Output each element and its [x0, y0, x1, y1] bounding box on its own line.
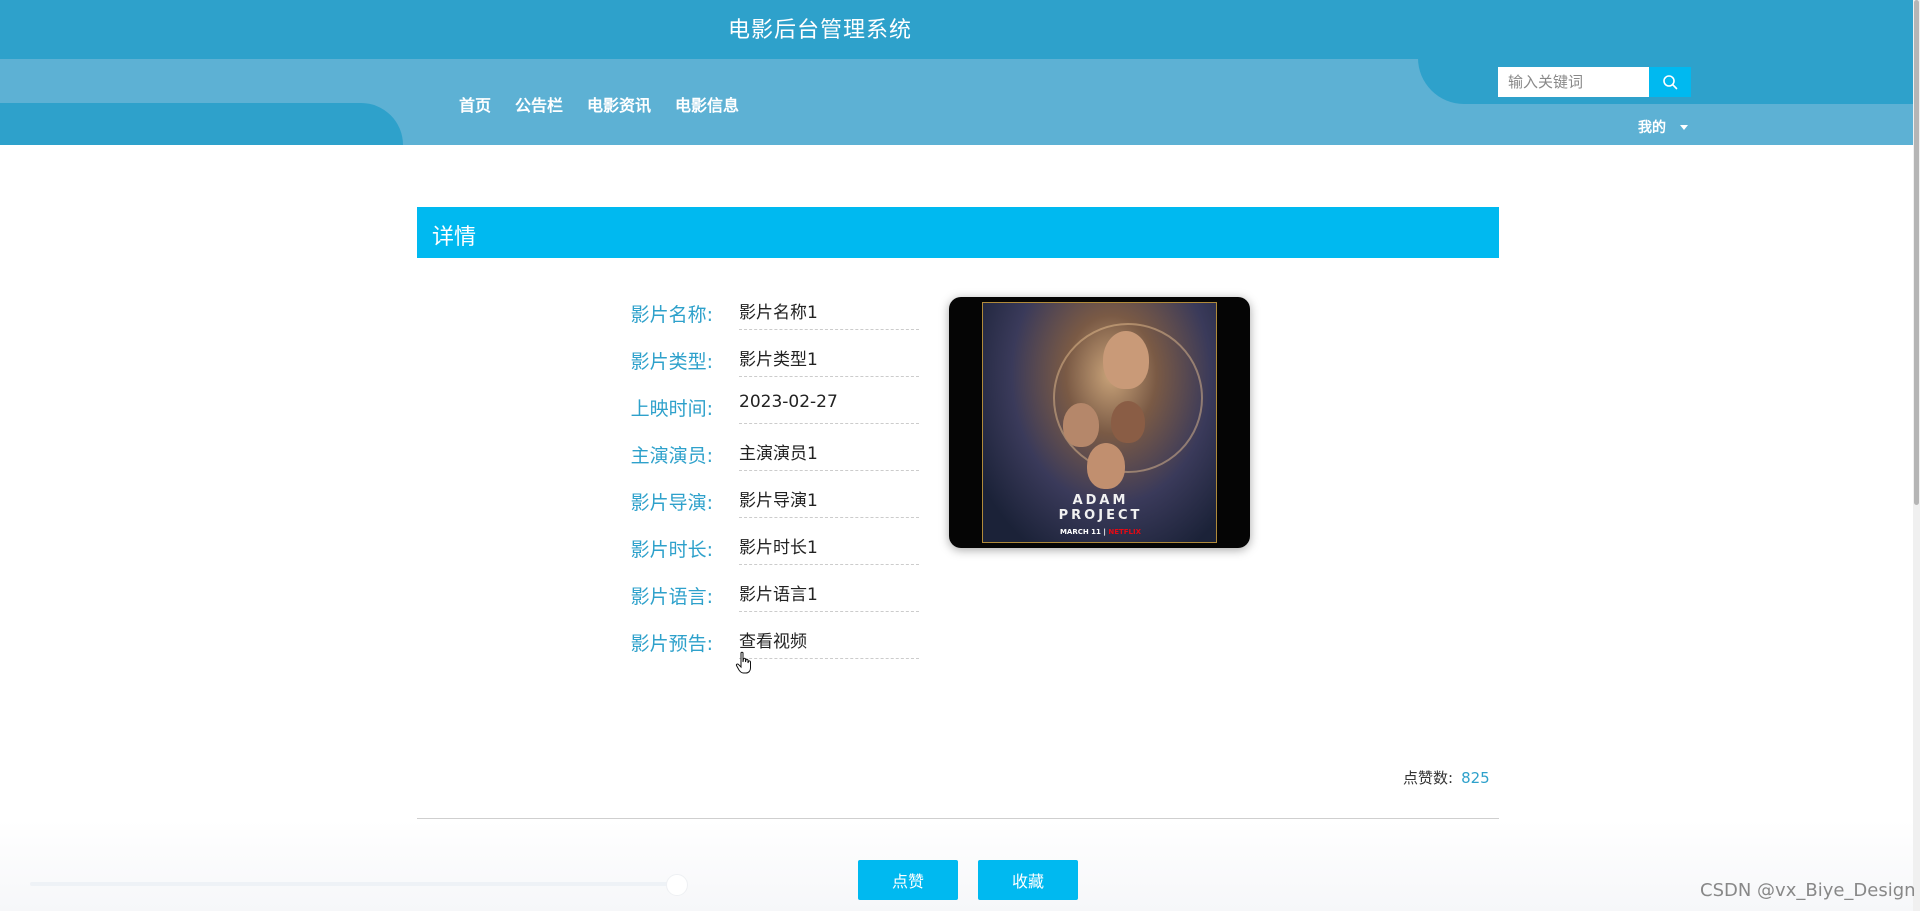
nav-item-news[interactable]: 电影资讯: [587, 92, 651, 116]
field-value: 影片名称1: [739, 296, 919, 330]
search-input[interactable]: [1498, 67, 1649, 97]
likes-label: 点赞数:: [1403, 769, 1454, 787]
poster-date: MARCH 11: [1059, 528, 1101, 536]
header-top-band: [0, 0, 1920, 59]
header-wave-left: [0, 103, 403, 145]
slider-knob[interactable]: [666, 874, 688, 896]
hand-cursor-icon: [735, 651, 751, 674]
like-button[interactable]: 点赞: [858, 860, 958, 900]
poster-brand: NETFLIX: [1108, 528, 1142, 536]
site-title: 电影后台管理系统: [728, 18, 913, 43]
likes-counter: 点赞数: 825: [1403, 767, 1490, 788]
field-row-director: 影片导演: 影片导演1: [600, 484, 920, 531]
favorite-button[interactable]: 收藏: [978, 860, 1078, 900]
chevron-down-icon: [1680, 124, 1688, 130]
field-value: 影片类型1: [739, 343, 919, 377]
divider: [417, 818, 1499, 819]
page-scrollbar[interactable]: [1913, 0, 1920, 911]
poster-figure: [1103, 331, 1149, 389]
field-row-name: 影片名称: 影片名称1: [600, 296, 920, 343]
field-value: 影片语言1: [739, 578, 919, 612]
field-label: 影片导演:: [630, 492, 713, 514]
field-row-type: 影片类型: 影片类型1: [600, 343, 920, 390]
nav-item-movies[interactable]: 电影信息: [675, 92, 739, 116]
nav-item-home[interactable]: 首页: [459, 92, 491, 116]
header: 电影后台管理系统 首页 公告栏 电影资讯 电影信息 我的: [0, 0, 1920, 145]
field-label: 上映时间:: [630, 398, 713, 420]
poster-footer: MARCH 11 | NETFLIX: [1059, 528, 1142, 536]
main-nav: 首页 公告栏 电影资讯 电影信息: [459, 92, 739, 116]
nav-item-notice[interactable]: 公告栏: [515, 92, 563, 116]
poster-figure: [1111, 401, 1145, 443]
search-box: [1498, 67, 1691, 97]
scrollbar-thumb[interactable]: [1914, 0, 1919, 505]
poster-figure: [1087, 443, 1125, 489]
poster-artwork: ADAM PROJECT MARCH 11 | NETFLIX: [982, 302, 1217, 543]
detail-section-header: 详情: [417, 207, 1499, 258]
view-video-link[interactable]: 查看视频: [739, 625, 919, 659]
field-row-trailer: 影片预告: 查看视频: [600, 625, 920, 672]
field-row-language: 影片语言: 影片语言1: [600, 578, 920, 625]
slider-track[interactable]: [30, 882, 680, 886]
poster-title-line1: ADAM: [1072, 493, 1129, 508]
poster-title-line2: PROJECT: [1058, 508, 1143, 523]
field-label: 影片预告:: [630, 633, 713, 655]
field-value: 2023-02-27: [739, 390, 919, 424]
movie-poster: ADAM PROJECT MARCH 11 | NETFLIX: [949, 297, 1250, 548]
search-icon: [1663, 75, 1678, 90]
field-label: 影片时长:: [630, 539, 713, 561]
field-label: 影片语言:: [630, 586, 713, 608]
field-label: 影片类型:: [630, 351, 713, 373]
field-value: 影片时长1: [739, 531, 919, 565]
likes-count: 825: [1461, 769, 1490, 787]
detail-title: 详情: [432, 225, 477, 250]
field-value: 主演演员1: [739, 437, 919, 471]
field-row-actors: 主演演员: 主演演员1: [600, 437, 920, 484]
watermark: CSDN @vx_Biye_Design: [1700, 880, 1916, 901]
poster-figure: [1063, 403, 1099, 447]
field-row-release-date: 上映时间: 2023-02-27: [600, 390, 920, 437]
mine-dropdown[interactable]: 我的: [1638, 117, 1688, 137]
field-label: 主演演员:: [630, 445, 713, 467]
field-value: 影片导演1: [739, 484, 919, 518]
mine-label: 我的: [1638, 120, 1666, 136]
field-label: 影片名称:: [630, 304, 713, 326]
search-button[interactable]: [1649, 67, 1691, 97]
field-row-duration: 影片时长: 影片时长1: [600, 531, 920, 578]
